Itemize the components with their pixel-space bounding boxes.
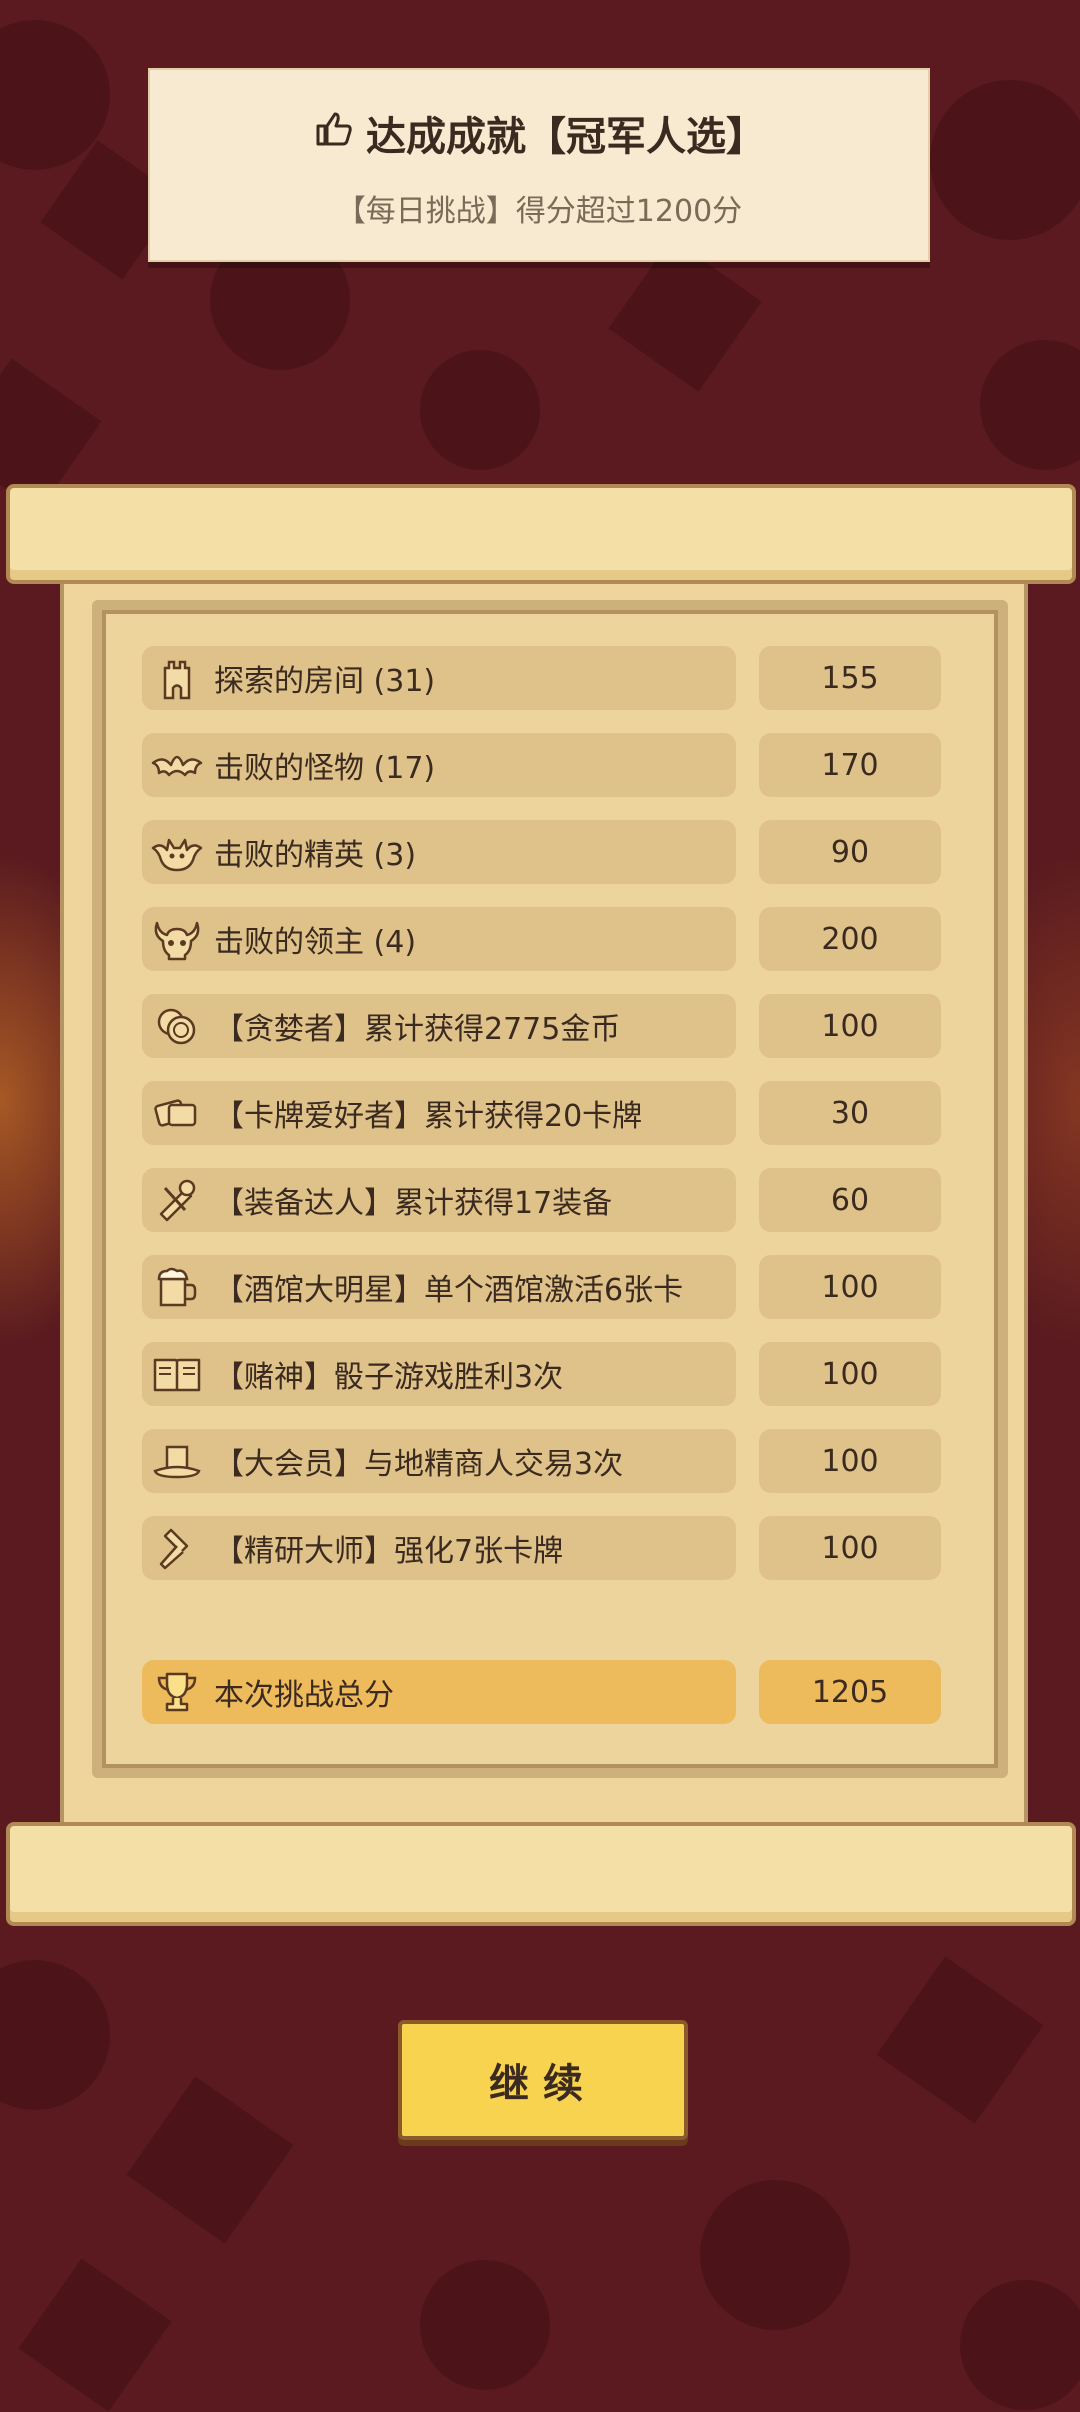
score-row: 【酒馆大明星】单个酒馆激活6张卡 100 [142, 1255, 942, 1319]
score-row: 探索的房间 (31) 155 [142, 646, 942, 710]
score-value: 60 [759, 1168, 941, 1232]
score-label-pill: 【贪婪者】累计获得2775金币 [142, 994, 736, 1058]
score-label-pill: 探索的房间 (31) [142, 646, 736, 710]
total-score-row: 本次挑战总分 1205 [142, 1660, 942, 1724]
achievement-title-text: 达成成就【冠军人选】 [366, 114, 766, 160]
background-shape [930, 80, 1080, 240]
top-hat-icon [146, 1433, 208, 1489]
coins-icon [146, 998, 208, 1054]
total-label-pill: 本次挑战总分 [142, 1660, 736, 1724]
score-label-pill: 【酒馆大明星】单个酒馆激活6张卡 [142, 1255, 736, 1319]
background-shape [960, 2280, 1080, 2410]
scroll-top-roll [6, 484, 1076, 584]
score-label: 【卡牌爱好者】累计获得20卡牌 [214, 1099, 643, 1134]
score-row: 【卡牌爱好者】累计获得20卡牌 30 [142, 1081, 942, 1145]
score-label-pill: 击败的怪物 (17) [142, 733, 736, 797]
score-label-pill: 击败的精英 (3) [142, 820, 736, 884]
score-label: 【大会员】与地精商人交易3次 [214, 1447, 624, 1482]
score-row: 击败的领主 (4) 200 [142, 907, 942, 971]
score-value: 100 [759, 1429, 941, 1493]
score-value: 100 [759, 1516, 941, 1580]
cards-icon [146, 1085, 208, 1141]
score-label: 【酒馆大明星】单个酒馆激活6张卡 [214, 1273, 684, 1308]
score-value: 100 [759, 994, 941, 1058]
continue-button[interactable]: 继续 [398, 2020, 688, 2140]
score-label: 探索的房间 (31) [214, 664, 436, 699]
score-value: 200 [759, 907, 941, 971]
achievement-banner: 达成成就【冠军人选】 【每日挑战】得分超过1200分 [148, 68, 930, 262]
score-value: 100 [759, 1255, 941, 1319]
score-label-pill: 【精研大师】强化7张卡牌 [142, 1516, 736, 1580]
score-label: 【精研大师】强化7张卡牌 [214, 1534, 564, 1569]
score-row: 【大会员】与地精商人交易3次 100 [142, 1429, 942, 1493]
score-label: 【贪婪者】累计获得2775金币 [214, 1012, 621, 1047]
score-label-pill: 【赌神】骰子游戏胜利3次 [142, 1342, 736, 1406]
background-shape [980, 340, 1080, 470]
score-value: 170 [759, 733, 941, 797]
background-shape [0, 1960, 110, 2110]
beer-mug-icon [146, 1259, 208, 1315]
hammer-icon [146, 1520, 208, 1576]
score-row: 【赌神】骰子游戏胜利3次 100 [142, 1342, 942, 1406]
score-value: 155 [759, 646, 941, 710]
score-label: 击败的领主 (4) [214, 925, 417, 960]
horned-skull-icon [146, 911, 208, 967]
score-row: 【装备达人】累计获得17装备 60 [142, 1168, 942, 1232]
score-label: 【赌神】骰子游戏胜利3次 [214, 1360, 564, 1395]
book-icon [146, 1346, 208, 1402]
score-row: 【精研大师】强化7张卡牌 100 [142, 1516, 942, 1580]
background-shape [420, 350, 540, 470]
background-shape [126, 2076, 294, 2244]
achievement-title: 达成成就【冠军人选】 [150, 104, 928, 162]
score-row: 击败的精英 (3) 90 [142, 820, 942, 884]
trophy-icon [146, 1664, 208, 1720]
score-value: 90 [759, 820, 941, 884]
background-shape [700, 2180, 850, 2330]
score-row: 击败的怪物 (17) 170 [142, 733, 942, 797]
background-shape [876, 1956, 1044, 2124]
score-label: 击败的怪物 (17) [214, 751, 436, 786]
score-label-pill: 【装备达人】累计获得17装备 [142, 1168, 736, 1232]
thumbs-up-icon [312, 106, 356, 160]
score-label: 【装备达人】累计获得17装备 [214, 1186, 613, 1221]
scroll-bottom-roll [6, 1822, 1076, 1926]
achievement-subtitle: 【每日挑战】得分超过1200分 [335, 194, 743, 229]
background-shape [18, 2258, 172, 2412]
equipment-icon [146, 1172, 208, 1228]
background-shape [420, 2260, 550, 2390]
score-row: 【贪婪者】累计获得2775金币 100 [142, 994, 942, 1058]
total-score-value: 1205 [759, 1660, 941, 1724]
score-label: 击败的精英 (3) [214, 838, 417, 873]
bat-icon [146, 737, 208, 793]
tower-icon [146, 650, 208, 706]
score-label-pill: 【大会员】与地精商人交易3次 [142, 1429, 736, 1493]
score-label-pill: 【卡牌爱好者】累计获得20卡牌 [142, 1081, 736, 1145]
score-value: 30 [759, 1081, 941, 1145]
total-score-label: 本次挑战总分 [214, 1678, 394, 1713]
score-label-pill: 击败的领主 (4) [142, 907, 736, 971]
devil-icon [146, 824, 208, 880]
score-value: 100 [759, 1342, 941, 1406]
